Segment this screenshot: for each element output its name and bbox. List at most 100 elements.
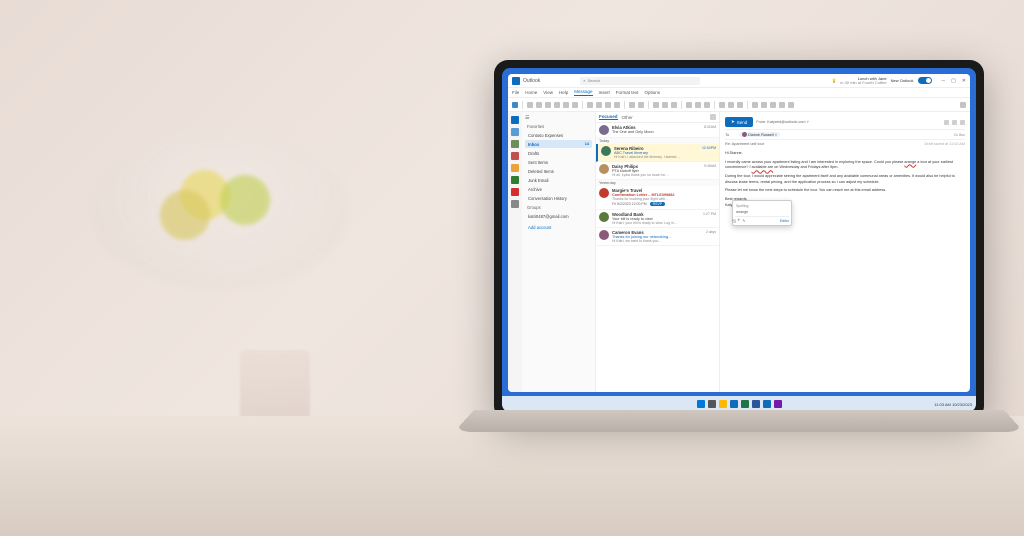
sidebar-item-sent[interactable]: Sent Items <box>525 158 592 166</box>
word-rail-icon[interactable] <box>511 164 519 172</box>
tag-icon[interactable] <box>737 102 743 108</box>
excel-rail-icon[interactable] <box>511 176 519 184</box>
spelling-suggestion[interactable]: arrange <box>735 209 789 215</box>
bullets-icon[interactable] <box>587 102 593 108</box>
close-button[interactable]: ✕ <box>962 78 966 84</box>
search-input[interactable]: ⌕ Search <box>580 77 700 85</box>
highlight-icon[interactable] <box>563 102 569 108</box>
favorites-header[interactable]: Favorites <box>527 124 592 129</box>
edge-icon[interactable] <box>730 400 738 408</box>
lightbulb-icon[interactable]: 💡 <box>831 78 836 83</box>
tab-insert[interactable]: Insert <box>599 90 610 95</box>
recipient-chip[interactable]: Dianne Russell ✕ <box>739 132 780 137</box>
decor-fruit <box>160 190 210 240</box>
hamburger-icon[interactable]: ☰ <box>525 115 592 121</box>
minimize-button[interactable]: ─ <box>942 78 946 84</box>
subject-field[interactable]: Re: Apartment unit tour <box>725 142 764 146</box>
explorer-icon[interactable] <box>719 400 727 408</box>
addins-icon[interactable] <box>788 102 794 108</box>
laptop: Outlook ⌕ Search 💡 Lunch with Jane in 30… <box>474 60 1004 510</box>
message-item[interactable]: Woodland Bank Your bill is ready to view… <box>596 210 719 228</box>
align-icon[interactable] <box>629 102 635 108</box>
link-icon[interactable] <box>662 102 668 108</box>
italic-icon[interactable] <box>545 102 551 108</box>
dictate-icon[interactable] <box>752 102 758 108</box>
word-tb-icon[interactable] <box>752 400 760 408</box>
editor-icon[interactable] <box>761 102 767 108</box>
emoji-icon[interactable] <box>704 102 710 108</box>
sidebar-item-archive[interactable]: Archive <box>525 185 592 193</box>
todo-rail-icon[interactable] <box>511 152 519 160</box>
tab-file[interactable]: File <box>512 90 519 95</box>
message-item[interactable]: Elvia Atkins The One and Only Moon 8:32A… <box>596 123 719 138</box>
flag-icon[interactable] <box>719 102 725 108</box>
groups-header[interactable]: Groups <box>527 205 592 210</box>
rsvp-date: Fri 6/2/2023 12:00 PM <box>612 202 647 206</box>
meeting-time: in 30 min at Fourth Coffee <box>840 80 886 85</box>
message-item[interactable]: Cameron Evans Thanks for joining our net… <box>596 228 719 246</box>
bold-icon[interactable] <box>536 102 542 108</box>
zoom-icon[interactable] <box>779 102 785 108</box>
signature-icon[interactable] <box>671 102 677 108</box>
sidebar-item-contoso[interactable]: Contoso Expenses <box>525 131 592 139</box>
start-button[interactable] <box>697 400 705 408</box>
taskbar-clock[interactable]: 11:03 AM 10/23/2023 <box>934 402 972 407</box>
indent-icon[interactable] <box>605 102 611 108</box>
attach-icon[interactable] <box>653 102 659 108</box>
font-color-icon[interactable] <box>572 102 578 108</box>
tab-options[interactable]: Options <box>645 90 661 95</box>
add-account-link[interactable]: Add account <box>525 225 592 230</box>
numbering-icon[interactable] <box>596 102 602 108</box>
styles-icon[interactable] <box>638 102 644 108</box>
maximize-button[interactable]: ▢ <box>951 78 956 84</box>
sidebar-item-junk[interactable]: Junk Email <box>525 176 592 184</box>
people-rail-icon[interactable] <box>511 140 519 148</box>
teams-tb-icon[interactable] <box>774 400 782 408</box>
mail-rail-icon[interactable] <box>511 116 519 124</box>
paste-icon[interactable] <box>512 102 518 108</box>
font-icon[interactable] <box>527 102 533 108</box>
ribbon-toolbar <box>508 98 970 112</box>
taskview-icon[interactable] <box>708 400 716 408</box>
underline-icon[interactable] <box>554 102 560 108</box>
sidebar-item-drafts[interactable]: Drafts <box>525 149 592 157</box>
more-apps-icon[interactable] <box>511 200 519 208</box>
message-item[interactable]: Serena Ribeiro ABC Travel Itinerary Hi K… <box>596 144 719 162</box>
filter-icon[interactable] <box>710 114 716 120</box>
send-button[interactable]: ➤ Send <box>725 117 753 127</box>
tab-message[interactable]: Message <box>574 89 592 96</box>
table-icon[interactable] <box>686 102 692 108</box>
discard-icon[interactable] <box>944 120 949 125</box>
immersive-icon[interactable] <box>770 102 776 108</box>
popout-icon[interactable] <box>952 120 957 125</box>
sidebar-item-history[interactable]: Conversation History <box>525 194 592 202</box>
sidebar-item-inbox[interactable]: Inbox 14 <box>525 140 592 148</box>
excel-tb-icon[interactable] <box>741 400 749 408</box>
outdent-icon[interactable] <box>614 102 620 108</box>
tab-home[interactable]: Home <box>525 90 537 95</box>
folder-sidebar: ☰ Favorites Contoso Expenses Inbox 14 Dr… <box>522 112 596 392</box>
editor-link[interactable]: Editor <box>780 219 789 223</box>
add-dict-icon[interactable]: ＋ <box>737 218 741 223</box>
picture-icon[interactable] <box>695 102 701 108</box>
avatar <box>599 125 609 135</box>
tab-format-text[interactable]: Format text <box>616 90 639 95</box>
message-item[interactable]: Margie's Travel Confirmation Letter – MT… <box>596 186 719 210</box>
outlook-tb-icon[interactable] <box>763 400 771 408</box>
sidebar-account[interactable]: katri0487@gmail.com <box>525 212 592 220</box>
cc-bcc-toggle[interactable]: Cc Bcc <box>954 133 965 137</box>
importance-icon[interactable] <box>728 102 734 108</box>
other-tab[interactable]: Other <box>622 115 633 120</box>
more-icon[interactable] <box>960 102 966 108</box>
new-outlook-toggle[interactable] <box>918 77 932 84</box>
rsvp-button[interactable]: RSVP <box>650 202 666 206</box>
calendar-rail-icon[interactable] <box>511 128 519 136</box>
powerpoint-rail-icon[interactable] <box>511 188 519 196</box>
message-item[interactable]: Daisy Philips PTA kickoff flyer Hi all, … <box>596 162 719 180</box>
tab-view[interactable]: View <box>543 90 553 95</box>
focused-tab[interactable]: Focused <box>599 114 618 120</box>
sidebar-item-deleted[interactable]: Deleted Items <box>525 167 592 175</box>
remove-chip-icon[interactable]: ✕ <box>775 133 778 137</box>
tab-help[interactable]: Help <box>559 90 568 95</box>
more-compose-icon[interactable] <box>960 120 965 125</box>
